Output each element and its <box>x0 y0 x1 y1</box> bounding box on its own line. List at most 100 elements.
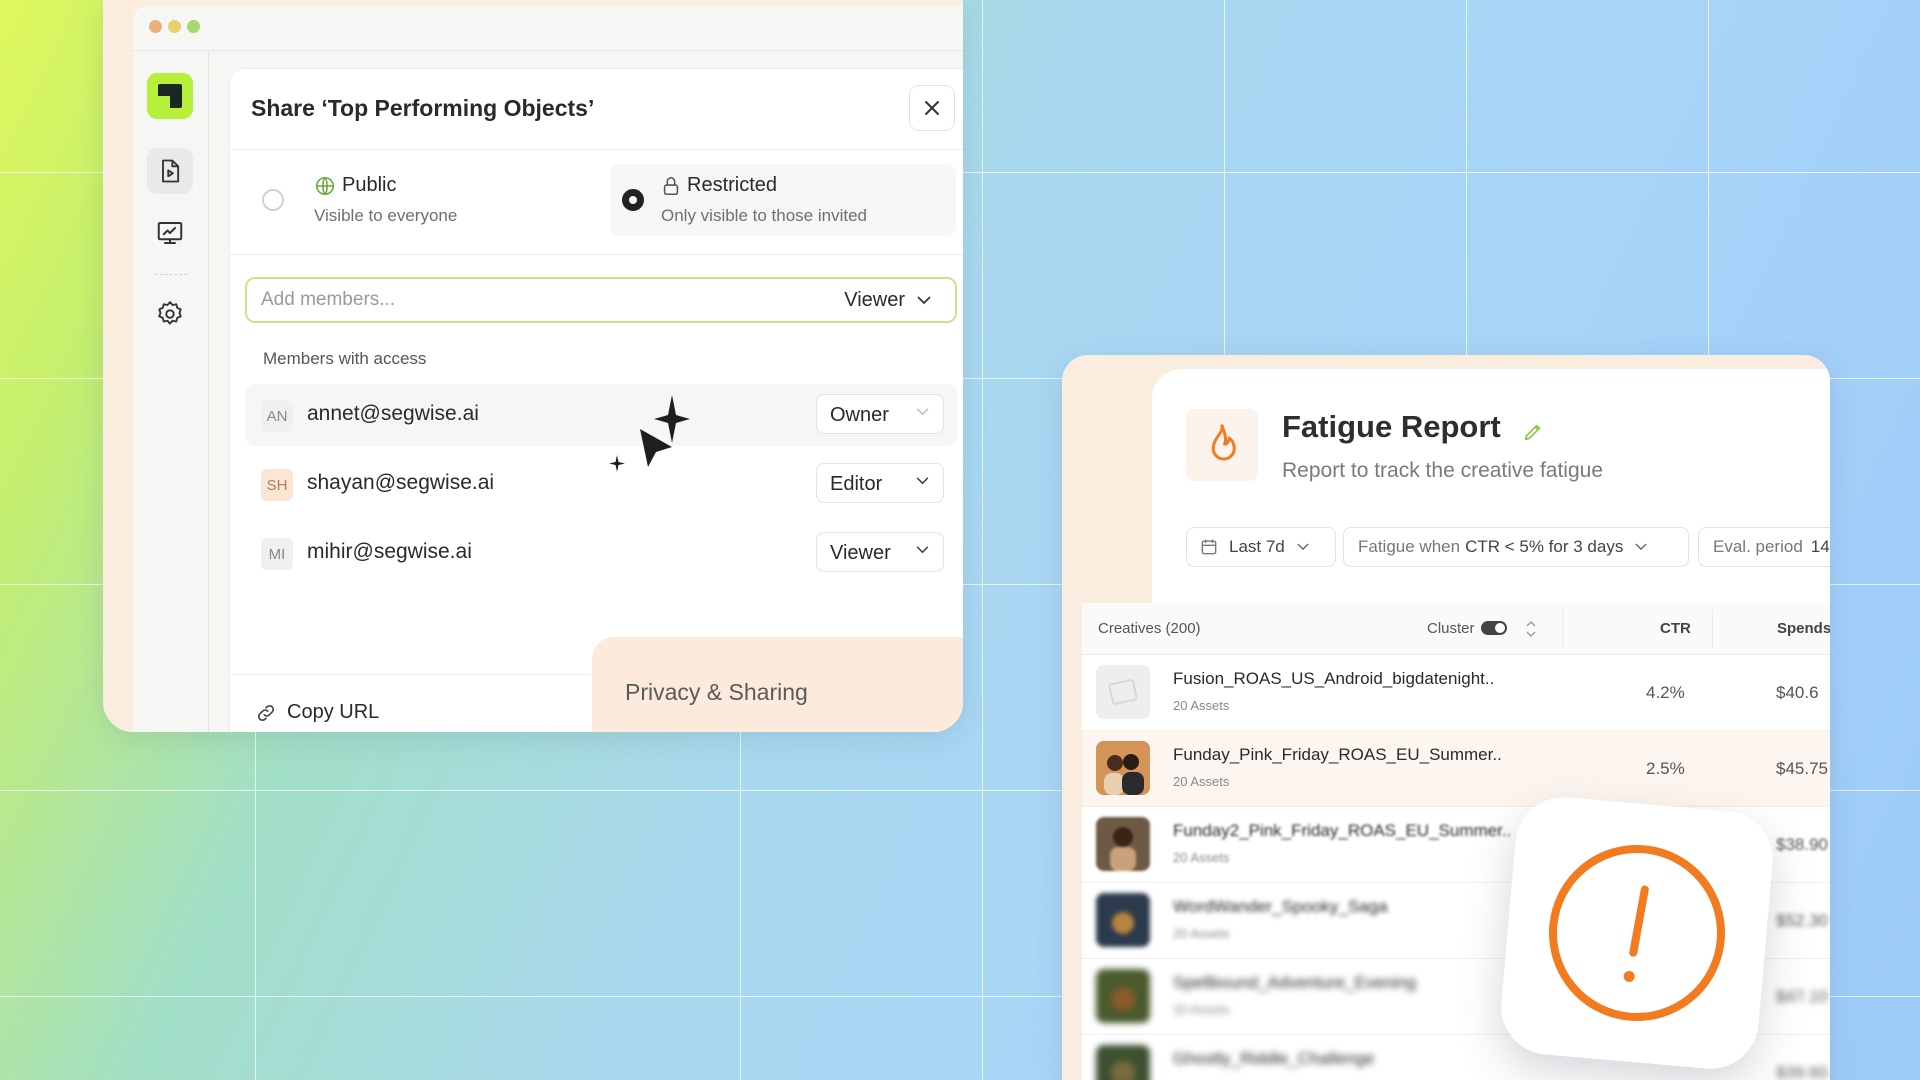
add-members-role-select[interactable]: Viewer <box>844 289 931 312</box>
sort-icon[interactable] <box>1526 620 1536 638</box>
cursor-sparkle-icon <box>609 395 690 472</box>
restricted-label: Restricted <box>687 174 778 196</box>
ctr-column-header[interactable]: CTR <box>1660 620 1691 637</box>
report-header: Fatigue Report Report to track the creat… <box>1152 369 1830 621</box>
restricted-description: Only visible to those invited <box>661 206 867 225</box>
privacy-sharing-label: Privacy & Sharing <box>625 679 808 705</box>
creative-spend: $40.6 <box>1776 683 1819 702</box>
share-dialog: Share ‘Top Performing Objects’ Public Vi… <box>229 68 963 732</box>
app-logo[interactable] <box>147 73 193 119</box>
lock-icon <box>663 176 679 196</box>
member-role-select[interactable]: Viewer <box>816 532 944 572</box>
image-placeholder-icon <box>1108 679 1138 705</box>
video-report-icon <box>162 159 180 183</box>
cluster-toggle[interactable]: Cluster <box>1427 620 1507 637</box>
creative-name: Funday_Pink_Friday_ROAS_EU_Summer.. <box>1173 745 1502 764</box>
privacy-sharing-tab[interactable]: Privacy & Sharing <box>592 637 963 732</box>
fatigue-condition-value: CTR < 5% for 3 days <box>1465 537 1624 556</box>
spends-column-header[interactable]: Spends <box>1777 620 1830 637</box>
creative-thumbnail <box>1096 893 1150 947</box>
sidebar-reports-button[interactable] <box>147 148 193 194</box>
sidebar-settings-button[interactable] <box>147 291 193 337</box>
creative-spend: $47.10 <box>1776 987 1828 1006</box>
date-range-filter[interactable]: Last 7d <box>1186 527 1336 567</box>
chevron-down-icon <box>916 546 929 554</box>
member-role-value: Owner <box>830 404 889 426</box>
add-members-field: Viewer <box>245 277 957 323</box>
trend-chart-icon <box>157 222 183 244</box>
creative-name: Funday2_Pink_Friday_ROAS_EU_Summer.. <box>1173 821 1512 840</box>
public-label: Public <box>342 174 397 196</box>
copy-url-button[interactable]: Copy URL <box>255 701 379 724</box>
window-maximize-dot[interactable] <box>187 20 200 33</box>
window-close-dot[interactable] <box>149 20 162 33</box>
members-heading: Members with access <box>263 349 427 368</box>
chevron-down-icon <box>916 408 929 416</box>
creative-assets: 20 Assets <box>1173 698 1230 713</box>
report-icon-tile <box>1186 409 1258 481</box>
chevron-down-icon <box>917 296 931 305</box>
fatigue-condition-prefix: Fatigue when <box>1358 537 1461 556</box>
member-email: shayan@segwise.ai <box>307 471 495 494</box>
creative-thumbnail <box>1096 969 1150 1023</box>
window-minimize-dot[interactable] <box>168 20 181 33</box>
settings-gear-icon <box>158 301 182 325</box>
eval-period-label: Eval. period <box>1713 537 1803 556</box>
creative-thumbnail <box>1096 665 1150 719</box>
window-controls <box>149 20 200 33</box>
creative-ctr: 2.5% <box>1646 759 1685 778</box>
member-role-select[interactable]: Owner <box>816 394 944 434</box>
creative-assets: 20 Assets <box>1173 850 1230 865</box>
add-members-input[interactable] <box>261 287 781 313</box>
creative-name: Spellbound_Adventure_Evening <box>1173 973 1416 992</box>
member-role-value: Editor <box>830 473 883 495</box>
dialog-title: Share ‘Top Performing Objects’ <box>251 95 595 121</box>
creative-spend: $52.30 <box>1776 911 1828 930</box>
copy-url-label: Copy URL <box>287 701 380 723</box>
close-button[interactable] <box>909 85 955 131</box>
public-description: Visible to everyone <box>314 206 458 225</box>
report-subtitle: Report to track the creative fatigue <box>1282 459 1603 482</box>
creative-name: Fusion_ROAS_US_Android_bigdatenight.. <box>1173 669 1495 688</box>
add-members-role-value: Viewer <box>844 289 905 311</box>
table-header: Creatives (200) Cluster CTR Spends <box>1082 603 1830 655</box>
member-row: MI mihir@segwise.ai Viewer <box>245 522 957 584</box>
globe-icon <box>315 176 335 196</box>
creatives-column-header: Creatives (200) <box>1098 620 1201 637</box>
sidebar <box>133 51 209 732</box>
restricted-radio[interactable] <box>622 189 644 211</box>
table-row[interactable]: Fusion_ROAS_US_Android_bigdatenight.. 20… <box>1082 655 1830 731</box>
chevron-down-icon <box>916 477 929 485</box>
table-row[interactable]: Funday_Pink_Friday_ROAS_EU_Summer.. 20 A… <box>1082 731 1830 807</box>
fatigue-condition-filter[interactable]: Fatigue when CTR < 5% for 3 days <box>1343 527 1689 567</box>
member-role-select[interactable]: Editor <box>816 463 944 503</box>
fatigue-warning-badge <box>1497 793 1777 1073</box>
creative-thumbnail <box>1096 1045 1150 1080</box>
alert-circle-icon <box>1548 844 1725 1021</box>
creative-name: WordWander_Spooky_Saga <box>1173 897 1388 916</box>
cluster-label: Cluster <box>1427 620 1475 637</box>
creative-thumbnail <box>1096 741 1150 795</box>
eval-period-filter[interactable]: Eval. period 14 <box>1698 527 1830 567</box>
share-window: Share ‘Top Performing Objects’ Public Vi… <box>103 0 963 732</box>
public-radio[interactable] <box>262 189 284 211</box>
chevron-down-icon <box>1635 543 1647 551</box>
creative-thumbnail <box>1096 817 1150 871</box>
link-icon <box>257 704 275 721</box>
cluster-toggle-switch[interactable] <box>1480 621 1507 635</box>
creative-spend: $39.60 <box>1776 1063 1828 1080</box>
sidebar-dashboard-button[interactable] <box>147 210 193 256</box>
edit-pencil-icon[interactable] <box>1522 421 1544 443</box>
creative-spend: $38.90 <box>1776 835 1828 854</box>
chevron-down-icon <box>1297 543 1309 551</box>
eval-period-value: 14 <box>1810 537 1830 556</box>
app-frame: Share ‘Top Performing Objects’ Public Vi… <box>133 6 963 732</box>
visibility-restricted-option[interactable]: Restricted Only visible to those invited <box>610 164 956 236</box>
report-title: Fatigue Report <box>1282 409 1501 444</box>
visibility-public-option[interactable]: Public Visible to everyone <box>250 164 590 236</box>
fire-icon <box>1211 424 1236 461</box>
close-icon <box>925 101 939 115</box>
creative-assets: 20 Assets <box>1173 926 1230 941</box>
creative-assets: 20 Assets <box>1173 1002 1230 1017</box>
member-role-value: Viewer <box>830 542 891 564</box>
